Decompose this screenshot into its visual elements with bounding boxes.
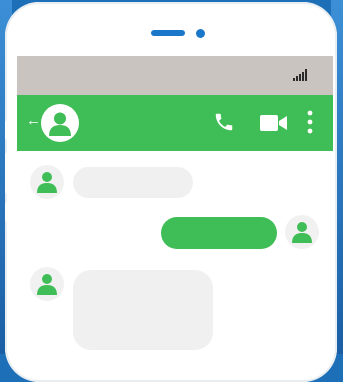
phone-call-icon[interactable] xyxy=(213,111,235,133)
person-icon xyxy=(37,274,57,295)
person-icon xyxy=(37,172,57,193)
message-bubble-outgoing xyxy=(161,217,277,249)
person-icon xyxy=(292,222,312,243)
sender-avatar xyxy=(30,165,64,199)
message-list xyxy=(17,151,333,354)
status-bar xyxy=(17,56,333,95)
back-arrow-icon[interactable]: ← xyxy=(26,109,41,133)
sender-avatar xyxy=(30,267,64,301)
volume-button-bottom xyxy=(5,152,11,194)
signal-bars-icon xyxy=(293,69,307,81)
chat-app-bar: ← xyxy=(17,95,333,151)
more-options-icon[interactable] xyxy=(307,110,313,134)
earpiece-speaker xyxy=(151,30,185,36)
front-camera xyxy=(196,29,205,38)
phone-screen: ← xyxy=(17,56,333,354)
side-button xyxy=(5,202,11,222)
person-icon xyxy=(49,112,71,136)
message-bubble-incoming xyxy=(73,167,193,198)
user-avatar xyxy=(285,215,319,249)
video-call-icon[interactable] xyxy=(260,114,288,132)
volume-button-top xyxy=(5,120,11,140)
contact-avatar-icon[interactable] xyxy=(41,104,79,142)
message-bubble-incoming xyxy=(73,270,213,350)
